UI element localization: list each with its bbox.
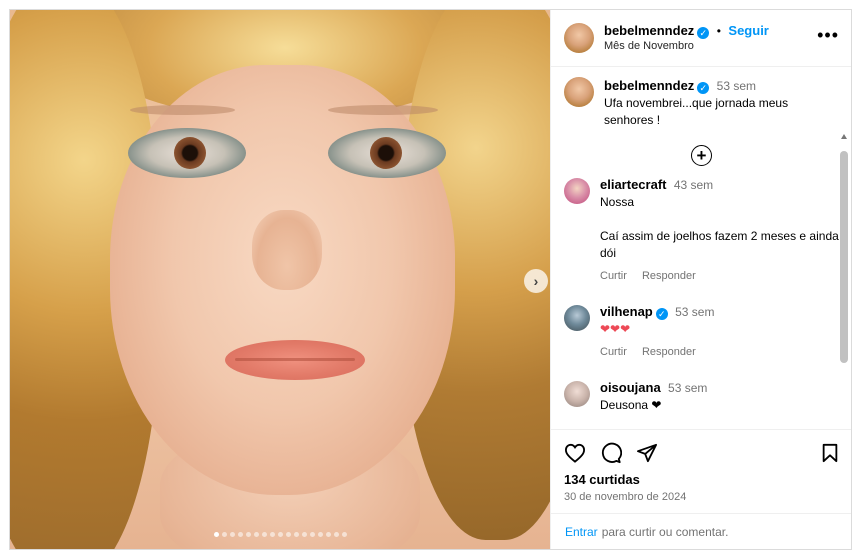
comments-list: bebelmenndez ✓ 53 sem Ufa novembrei...que…: [551, 67, 851, 429]
author-username[interactable]: bebelmenndez: [604, 23, 694, 38]
separator-dot: •: [716, 23, 721, 38]
carousel-dot: [325, 532, 331, 537]
load-more-comments: +: [564, 145, 839, 166]
carousel-dot: [245, 532, 251, 537]
carousel-dot: [333, 532, 339, 537]
heart-icon[interactable]: [564, 443, 586, 463]
lips: [225, 340, 365, 380]
post-actions: 134 curtidas 30 de novembro de 2024: [551, 429, 851, 503]
post-dialog: › bebelmenndez ✓ • Seguir Mês de Novembro…: [9, 9, 852, 550]
login-prompt: Entrar para curtir ou comentar.: [551, 513, 851, 549]
likes-count[interactable]: 134 curtidas: [564, 472, 839, 487]
carousel-dot: [301, 532, 307, 537]
carousel-dots: [10, 532, 550, 537]
chevron-right-icon: ›: [533, 273, 539, 289]
caption-time: 53 sem: [716, 79, 756, 93]
carousel-dot: [341, 532, 347, 537]
commenter-avatar[interactable]: [564, 381, 590, 407]
verified-badge-icon: ✓: [655, 308, 668, 320]
nose: [252, 210, 322, 290]
comment-time: 53 sem: [675, 305, 715, 319]
carousel-dot: [213, 532, 219, 537]
post-media[interactable]: ›: [10, 10, 550, 549]
right-eye: [328, 128, 446, 178]
plus-circle-icon[interactable]: +: [691, 145, 712, 166]
post-location[interactable]: Mês de Novembro: [604, 39, 817, 54]
verified-badge-icon: ✓: [697, 82, 710, 94]
comment-time: 53 sem: [668, 381, 708, 395]
carousel-dot: [221, 532, 227, 537]
comments-scrollbar[interactable]: [839, 129, 849, 429]
carousel-dot: [253, 532, 259, 537]
login-text: para curtir ou comentar.: [601, 524, 729, 539]
comment-text: Deusona ❤: [600, 398, 662, 412]
reply-comment-button[interactable]: Responder: [642, 346, 696, 358]
comment-icon[interactable]: [600, 442, 622, 464]
carousel-dot: [277, 532, 283, 537]
author-avatar[interactable]: [564, 23, 594, 53]
comment-text: Caí assim de joelhos fazem 2 meses e ain…: [600, 229, 839, 260]
commenter-username[interactable]: eliartecraft: [600, 177, 666, 192]
more-options-icon[interactable]: •••: [817, 26, 839, 46]
next-media-button[interactable]: ›: [524, 269, 548, 293]
carousel-dot: [229, 532, 235, 537]
carousel-dot: [309, 532, 315, 537]
share-icon[interactable]: [636, 443, 658, 463]
comment-text: ❤❤❤: [600, 322, 631, 336]
scrollbar-thumb[interactable]: [840, 151, 848, 363]
commenter-avatar[interactable]: [564, 178, 590, 204]
reply-comment-button[interactable]: Responder: [642, 270, 696, 282]
carousel-dot: [317, 532, 323, 537]
like-comment-button[interactable]: Curtir: [600, 270, 627, 282]
caption-text: Ufa novembrei...que jornada meus senhore…: [604, 96, 789, 127]
login-link[interactable]: Entrar: [565, 525, 598, 539]
comment-time: 43 sem: [673, 178, 714, 192]
bookmark-icon[interactable]: [821, 443, 839, 463]
carousel-dot: [285, 532, 291, 537]
like-comment-button[interactable]: Curtir: [600, 346, 627, 358]
comment-item: eliartecraft 43 sem Nossa Caí assim de j…: [564, 176, 839, 285]
follow-button[interactable]: Seguir: [728, 23, 768, 38]
carousel-dot: [237, 532, 243, 537]
commenter-username[interactable]: vilhenap: [600, 304, 653, 319]
carousel-dot: [293, 532, 299, 537]
post-header: bebelmenndez ✓ • Seguir Mês de Novembro •…: [551, 10, 851, 67]
caption: bebelmenndez ✓ 53 sem Ufa novembrei...que…: [564, 77, 839, 129]
verified-badge-icon: ✓: [697, 26, 710, 39]
scroll-up-icon[interactable]: [841, 134, 847, 139]
right-brow: [328, 105, 438, 115]
carousel-dot: [269, 532, 275, 537]
left-brow: [130, 105, 235, 115]
side-panel: bebelmenndez ✓ • Seguir Mês de Novembro •…: [550, 10, 851, 549]
commenter-username[interactable]: oisoujana: [600, 380, 661, 395]
left-eye: [128, 128, 246, 178]
post-date[interactable]: 30 de novembro de 2024: [564, 491, 839, 503]
comment-text: Nossa: [600, 195, 635, 209]
comment-item: vilhenap ✓ 53 sem ❤❤❤ Curtir Responder: [564, 303, 839, 361]
commenter-avatar[interactable]: [564, 305, 590, 331]
carousel-dot: [261, 532, 267, 537]
caption-username[interactable]: bebelmenndez: [604, 78, 694, 93]
caption-avatar[interactable]: [564, 77, 594, 107]
comment-item: oisoujana 53 sem Deusona ❤: [564, 379, 839, 414]
